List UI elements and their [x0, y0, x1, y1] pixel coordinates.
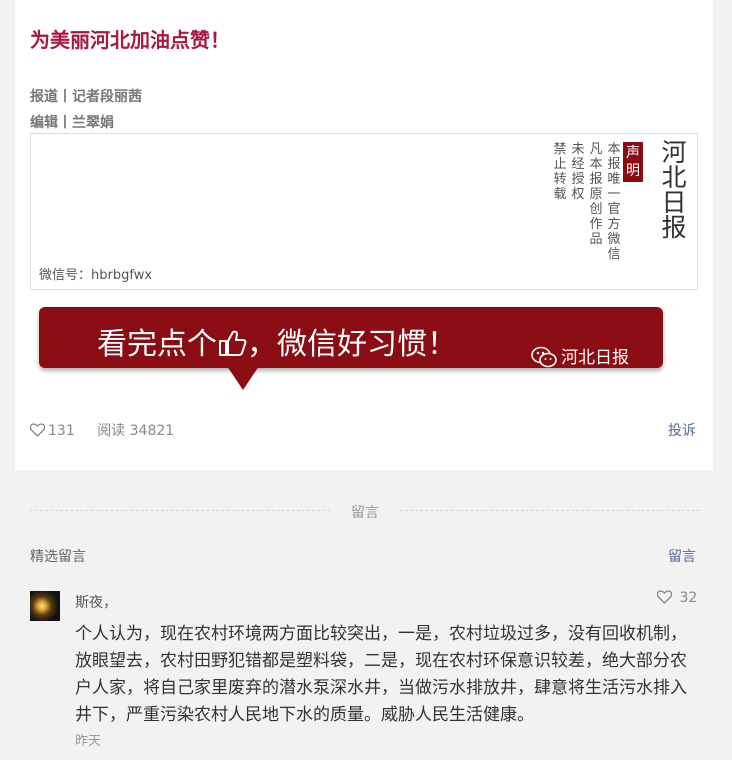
- article-card: 为美丽河北加油点赞！ 报道丨记者段丽茜 编辑丨兰翠娟 微信号：hbrbgfwx …: [15, 0, 713, 470]
- official-account-banner: 微信号：hbrbgfwx 禁止转载 未经授权 凡本报原创作品 本报唯一官方微信 …: [30, 133, 698, 290]
- avatar[interactable]: [30, 591, 60, 621]
- like-reminder-banner: 看完点个 ，微信好习惯！ 河北日报: [39, 307, 663, 390]
- notice-column-no-reprint: 禁止转载: [553, 142, 567, 202]
- notice-column-unauthorized: 未经授权: [571, 142, 585, 202]
- heart-icon: [30, 423, 45, 437]
- newspaper-logo: 河北日报: [661, 138, 687, 242]
- notice-column-official: 本报唯一官方微信: [607, 142, 621, 262]
- write-comment-link[interactable]: 留言: [668, 546, 696, 566]
- read-value: 34821: [129, 423, 175, 439]
- heart-icon: [657, 590, 672, 604]
- thumbs-up-icon: [219, 330, 247, 356]
- article-stats: 131 阅读 34821: [30, 420, 174, 440]
- comments-divider-label: 留言: [351, 505, 379, 521]
- like-reminder-prefix: 看完点个: [97, 327, 217, 362]
- comment-like-button[interactable]: 32: [657, 590, 697, 606]
- article-headline: 为美丽河北加油点赞！: [30, 28, 230, 52]
- like-reminder-text: 看完点个 ，微信好习惯！: [97, 319, 457, 363]
- comments-divider: 留言: [30, 500, 700, 521]
- wechat-brand-label: 河北日报: [561, 348, 629, 368]
- report-link[interactable]: 投诉: [668, 420, 696, 440]
- read-count: 阅读 34821: [97, 420, 174, 440]
- like-reminder-suffix: ，微信好习惯！: [247, 327, 457, 362]
- wechat-icon: [531, 346, 557, 368]
- wechat-id-label: 微信号：hbrbgfwx: [39, 268, 153, 283]
- article-like-count: 131: [48, 423, 75, 439]
- divider-line-right: [400, 510, 700, 511]
- notice-tag: 声明: [623, 142, 643, 182]
- article-like-button[interactable]: 131: [30, 423, 75, 439]
- reporter-credit: 报道丨记者段丽茜: [30, 89, 142, 105]
- comment-author-name: 斯夜，: [75, 595, 117, 611]
- notice-column-original-works: 凡本报原创作品: [589, 142, 603, 247]
- featured-comments-title: 精选留言: [30, 549, 86, 565]
- comment-like-count: 32: [679, 590, 698, 606]
- comment-timestamp: 昨天: [75, 734, 102, 749]
- editor-credit: 编辑丨兰翠娟: [30, 115, 114, 131]
- comment-body: 个人认为，现在农村环境两方面比较突出，一是，农村垃圾过多，没有回收机制，放眼望去…: [75, 624, 687, 725]
- read-label: 阅读: [97, 423, 126, 439]
- banner-pointer: [227, 366, 259, 390]
- wechat-brand: 河北日报: [531, 343, 629, 368]
